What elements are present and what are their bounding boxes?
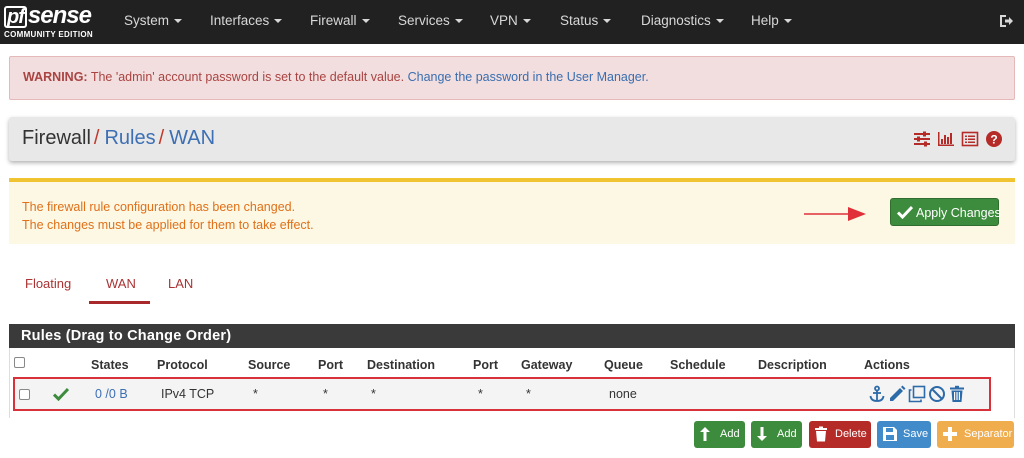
chevron-down-icon [454, 19, 463, 24]
chevron-down-icon [174, 19, 183, 24]
top-navbar: pf sense COMMUNITY EDITION System Interfa… [0, 0, 1024, 44]
chevron-down-icon [603, 19, 612, 24]
nav-diagnostics[interactable]: Diagnostics [641, 13, 724, 28]
select-all-checkbox[interactable] [14, 357, 25, 368]
save-icon [883, 427, 897, 441]
row-gateway: * [526, 387, 531, 401]
col-states: States [91, 358, 129, 372]
pencil-icon[interactable] [888, 385, 906, 403]
logout-icon[interactable] [998, 13, 1014, 29]
trash-icon[interactable] [948, 385, 966, 403]
col-gateway: Gateway [521, 358, 573, 372]
anchor-icon[interactable] [868, 385, 886, 403]
change-password-link[interactable]: Change the password in the User Manager. [408, 70, 649, 84]
col-dest-port: Port [473, 358, 498, 372]
active-tab-indicator [89, 301, 150, 304]
separator-button[interactable]: Separator [937, 421, 1014, 448]
row-queue: none [609, 387, 637, 401]
nav-status[interactable]: Status [560, 13, 612, 28]
disable-icon[interactable] [928, 385, 946, 403]
logo-sense: sense [27, 2, 92, 29]
nav-help[interactable]: Help [751, 13, 792, 28]
save-button[interactable]: Save [877, 421, 931, 448]
row-port: * [323, 387, 328, 401]
bar-chart-icon[interactable] [937, 130, 955, 148]
nav-firewall[interactable]: Firewall [310, 13, 370, 28]
row-states[interactable]: 0 /0 B [95, 387, 128, 401]
config-changed-line1: The firewall rule configuration has been… [22, 200, 296, 214]
row-dest-port: * [478, 387, 483, 401]
row-checkbox[interactable] [19, 389, 30, 400]
trash-icon [815, 426, 827, 442]
col-protocol: Protocol [157, 358, 208, 372]
breadcrumb-firewall: Firewall [22, 127, 91, 149]
nav-services[interactable]: Services [398, 13, 463, 28]
col-port: Port [318, 358, 343, 372]
chevron-down-icon [783, 19, 792, 24]
breadcrumb-rules[interactable]: Rules [104, 127, 155, 149]
tab-floating[interactable]: Floating [25, 276, 71, 291]
chevron-down-icon [361, 19, 370, 24]
nav-system[interactable]: System [124, 13, 183, 28]
tab-lan[interactable]: LAN [168, 276, 193, 291]
arrow-up-icon [700, 427, 710, 441]
arrow-down-icon [757, 427, 767, 441]
chevron-down-icon [715, 19, 724, 24]
breadcrumb-wan[interactable]: WAN [169, 127, 215, 149]
col-destination: Destination [367, 358, 436, 372]
admin-password-warning: WARNING: The 'admin' account password is… [9, 56, 1015, 100]
add-rule-bottom-button[interactable]: Add [751, 421, 802, 448]
breadcrumb-panel: Firewall / Rules / WAN ? [9, 117, 1015, 161]
col-queue: Queue [604, 358, 643, 372]
arrow-right-icon [804, 207, 866, 221]
pfsense-logo[interactable]: pf sense COMMUNITY EDITION [4, 4, 100, 40]
nav-interfaces[interactable]: Interfaces [210, 13, 283, 28]
logo-pf: pf [4, 6, 27, 28]
col-source: Source [248, 358, 291, 372]
warning-prefix: WARNING: [23, 70, 88, 84]
breadcrumb: Firewall / Rules / WAN [22, 127, 215, 150]
config-changed-alert: The firewall rule configuration has been… [9, 178, 1015, 244]
rules-panel-heading: Rules (Drag to Change Order) [9, 324, 1015, 348]
pass-check-icon [53, 387, 69, 401]
nav-vpn[interactable]: VPN [490, 13, 531, 28]
col-schedule: Schedule [670, 358, 726, 372]
chevron-down-icon [274, 19, 283, 24]
chevron-down-icon [522, 19, 531, 24]
breadcrumb-separator: / [93, 127, 100, 149]
check-icon [896, 205, 914, 220]
copy-icon[interactable] [908, 385, 926, 403]
highlighted-row-outline [13, 377, 991, 411]
plus-icon [943, 427, 957, 441]
breadcrumb-separator: / [158, 127, 165, 149]
tab-wan[interactable]: WAN [106, 276, 136, 291]
config-changed-line2: The changes must be applied for them to … [22, 218, 314, 232]
delete-button[interactable]: Delete [809, 421, 871, 448]
col-actions: Actions [864, 358, 910, 372]
sliders-icon[interactable] [913, 130, 931, 148]
warning-text: The 'admin' account password is set to t… [87, 70, 408, 84]
apply-changes-button[interactable]: Apply Changes [890, 198, 1001, 226]
row-actions [868, 385, 966, 403]
svg-text:?: ? [990, 133, 997, 147]
list-icon[interactable] [961, 130, 979, 148]
row-destination: * [371, 387, 376, 401]
help-icon[interactable]: ? [985, 130, 1003, 148]
add-rule-top-button[interactable]: Add [694, 421, 745, 448]
row-source: * [253, 387, 258, 401]
row-protocol: IPv4 TCP [161, 387, 215, 401]
logo-edition: COMMUNITY EDITION [4, 30, 93, 39]
col-description: Description [758, 358, 827, 372]
